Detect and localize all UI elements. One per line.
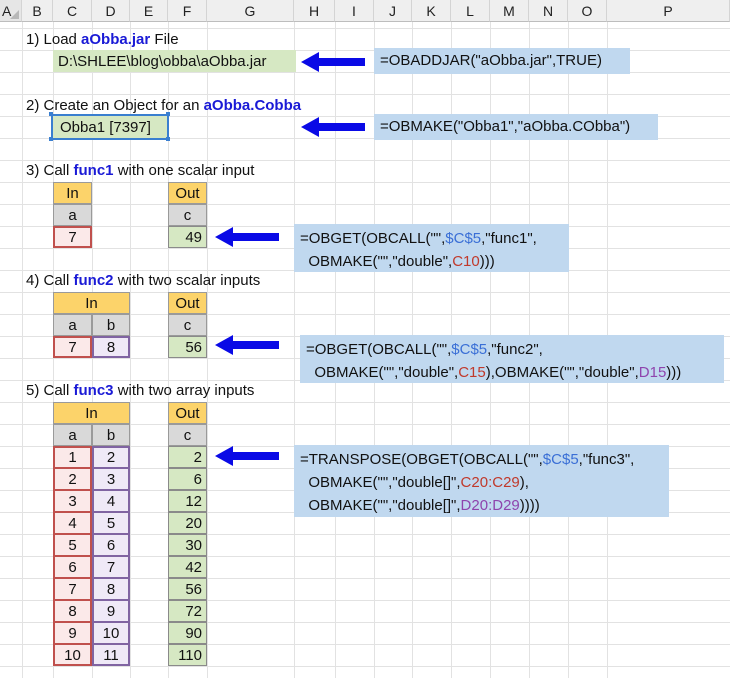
array-c-cell[interactable]: 90 — [168, 622, 207, 644]
column-header-p[interactable]: P — [607, 0, 730, 22]
column-header-o[interactable]: O — [568, 0, 607, 22]
input-b-cell[interactable]: 8 — [92, 336, 130, 358]
column-header-c[interactable]: C — [53, 0, 92, 22]
output-c-cell[interactable]: 56 — [168, 336, 207, 358]
column-header-j[interactable]: J — [374, 0, 412, 22]
array-c-cell[interactable]: 12 — [168, 490, 207, 512]
arrow-left-icon — [301, 52, 365, 72]
step4-label: 4) Call func2 with two scalar inputs — [26, 272, 261, 289]
array-c-cell[interactable]: 6 — [168, 468, 207, 490]
column-header-k[interactable]: K — [412, 0, 451, 22]
input-a-cell[interactable]: 7 — [53, 226, 92, 248]
column-header-n[interactable]: N — [529, 0, 568, 22]
array-c-cell[interactable]: 2 — [168, 446, 207, 468]
in-header[interactable]: In — [53, 292, 130, 314]
selection-handle[interactable] — [166, 112, 170, 116]
column-header-i[interactable]: I — [335, 0, 374, 22]
in-header[interactable]: In — [53, 182, 92, 204]
formula-step1: =OBADDJAR("aObba.jar",TRUE) — [374, 48, 630, 74]
arrow-left-icon — [215, 335, 279, 355]
array-c-cell[interactable]: 30 — [168, 534, 207, 556]
column-header-h[interactable]: H — [294, 0, 335, 22]
arrow-left-icon — [215, 227, 279, 247]
column-header-b[interactable]: B — [22, 0, 53, 22]
column-header-g[interactable]: G — [207, 0, 294, 22]
array-c-cell[interactable]: 56 — [168, 578, 207, 600]
selection-border — [51, 114, 169, 140]
arrow-left-icon — [215, 446, 279, 466]
formula-step2: =OBMAKE("Obba1","aObba.CObba") — [374, 114, 658, 140]
column-header-m[interactable]: M — [490, 0, 529, 22]
output-c-cell[interactable]: 49 — [168, 226, 207, 248]
in-subheader-a[interactable]: a — [53, 204, 92, 226]
step1-label: 1) Load aObba.jar File — [26, 31, 179, 48]
column-header-d[interactable]: D — [92, 0, 130, 22]
in-subheader-a[interactable]: a — [53, 424, 92, 446]
out-header[interactable]: Out — [168, 182, 207, 204]
column-header-f[interactable]: F — [168, 0, 207, 22]
out-subheader-c[interactable]: c — [168, 204, 207, 226]
step5-label: 5) Call func3 with two array inputs — [26, 382, 255, 399]
arrow-left-icon — [301, 117, 365, 137]
selection-handle[interactable] — [49, 112, 53, 116]
formula-step3: =OBGET(OBCALL("",$C$5,"func1", OBMAKE(""… — [294, 224, 569, 272]
formula-step4: =OBGET(OBCALL("",$C$5,"func2", OBMAKE(""… — [300, 335, 724, 383]
array-c-cell[interactable]: 20 — [168, 512, 207, 534]
in-subheader-b[interactable]: b — [92, 424, 130, 446]
input-a-cell[interactable]: 7 — [53, 336, 92, 358]
column-header-a[interactable]: A — [0, 0, 22, 22]
in-subheader-a[interactable]: a — [53, 314, 92, 336]
in-subheader-b[interactable]: b — [92, 314, 130, 336]
in-header[interactable]: In — [53, 402, 130, 424]
out-subheader-c[interactable]: c — [168, 424, 207, 446]
array-c-cell[interactable]: 42 — [168, 556, 207, 578]
column-header-e[interactable]: E — [130, 0, 168, 22]
range-highlight-a — [53, 446, 92, 666]
jar-path-cell[interactable]: D:\SHLEE\blog\obba\aObba.jar — [53, 50, 296, 72]
array-c-cell[interactable]: 72 — [168, 600, 207, 622]
out-header[interactable]: Out — [168, 402, 207, 424]
range-highlight-b — [92, 446, 130, 666]
formula-step5: =TRANSPOSE(OBGET(OBCALL("",$C$5,"func3",… — [294, 445, 669, 517]
step3-label: 3) Call func1 with one scalar input — [26, 162, 255, 179]
column-header-l[interactable]: L — [451, 0, 490, 22]
selection-handle[interactable] — [166, 137, 170, 141]
out-subheader-c[interactable]: c — [168, 314, 207, 336]
selection-handle[interactable] — [49, 137, 53, 141]
array-c-cell[interactable]: 110 — [168, 644, 207, 666]
out-header[interactable]: Out — [168, 292, 207, 314]
spreadsheet-grid[interactable]: ABCDEFGHIJKLMNOP 1) Load aObba.jar File … — [0, 0, 730, 678]
